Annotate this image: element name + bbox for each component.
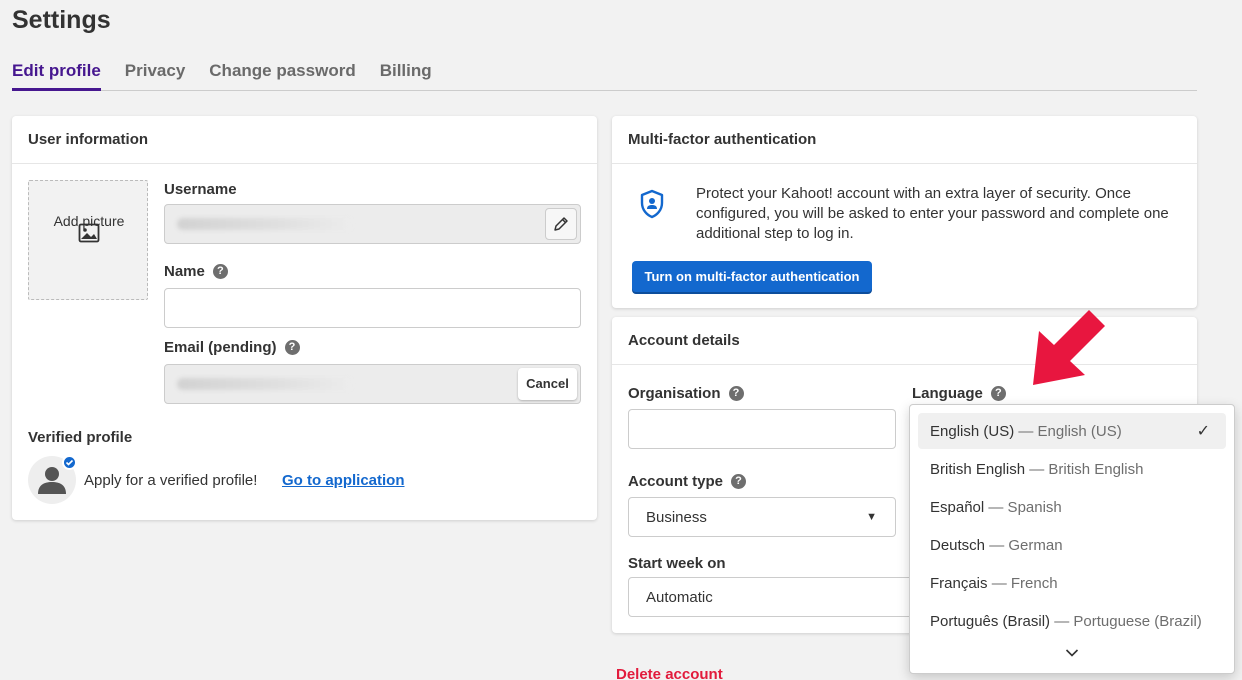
user-info-card: User information Add picture Username Na… (12, 116, 597, 520)
language-dropdown: English (US) — English (US) ✓ British En… (909, 404, 1235, 674)
username-value-blurred (177, 218, 352, 230)
check-icon: ✓ (1196, 423, 1210, 440)
email-value-blurred (177, 378, 352, 390)
account-type-label: Account type ? (628, 473, 747, 490)
language-option[interactable]: Português (Brasil) — Portuguese (Brazil) (918, 603, 1226, 639)
start-week-label: Start week on (628, 555, 726, 572)
language-label: Language ? (912, 385, 1006, 402)
language-option-english: — British English (1029, 461, 1144, 478)
mfa-title: Multi-factor authentication (612, 116, 1197, 164)
account-type-label-text: Account type (628, 473, 724, 490)
tab-bar: Edit profile Privacy Change password Bil… (12, 60, 1197, 91)
pencil-icon (554, 217, 568, 231)
caret-down-icon: ▼ (866, 511, 877, 523)
verified-profile-title: Verified profile (28, 429, 133, 446)
tab-change-password[interactable]: Change password (209, 60, 355, 91)
email-field: Cancel (164, 364, 581, 404)
language-option-english: — English (US) (1018, 423, 1122, 440)
question-mark-icon[interactable]: ? (990, 386, 1006, 401)
verified-text: Apply for a verified profile! (84, 472, 258, 489)
language-option[interactable]: Français — French (918, 565, 1226, 601)
question-mark-icon[interactable]: ? (284, 340, 300, 355)
tab-billing[interactable]: Billing (380, 60, 432, 91)
annotation-arrow-icon (1033, 310, 1105, 385)
username-label: Username (164, 181, 237, 198)
check-badge-icon (62, 455, 77, 470)
start-week-select[interactable]: Automatic (628, 577, 928, 617)
language-option-english: — Portuguese (Brazil) (1054, 613, 1202, 630)
go-to-application-link[interactable]: Go to application (282, 472, 405, 489)
tab-privacy[interactable]: Privacy (125, 60, 186, 91)
email-label-text: Email (pending) (164, 339, 277, 356)
shield-user-icon (640, 189, 664, 219)
mfa-card: Multi-factor authentication Protect your… (612, 116, 1197, 308)
language-option-native: British English (930, 461, 1026, 478)
question-mark-icon[interactable]: ? (731, 474, 747, 489)
name-label-text: Name (164, 263, 205, 280)
language-option[interactable]: Deutsch — German (918, 527, 1226, 563)
language-option-english: — Spanish (988, 499, 1062, 516)
start-week-value: Automatic (646, 589, 713, 606)
language-option-native: Português (Brasil) (930, 613, 1051, 630)
language-option[interactable]: English (US) — English (US) ✓ (918, 413, 1226, 449)
organisation-label: Organisation ? (628, 385, 744, 402)
account-type-select[interactable]: Business ▼ (628, 497, 896, 537)
question-mark-icon[interactable]: ? (728, 386, 744, 401)
delete-account-link[interactable]: Delete account (616, 666, 723, 680)
language-option-english: — French (991, 575, 1058, 592)
mfa-description: Protect your Kahoot! account with an ext… (696, 185, 1169, 242)
user-info-title: User information (12, 116, 597, 164)
language-option-english: — German (989, 537, 1063, 554)
username-field (164, 204, 581, 244)
tab-edit-profile[interactable]: Edit profile (12, 60, 101, 91)
account-type-value: Business (646, 509, 707, 526)
add-picture-label: Add picture (53, 213, 125, 229)
page-title: Settings (12, 6, 111, 34)
organisation-input[interactable] (628, 409, 896, 449)
name-input[interactable] (164, 288, 581, 328)
turn-on-mfa-button[interactable]: Turn on multi-factor authentication (632, 261, 872, 292)
language-option[interactable]: British English — British English (918, 451, 1226, 487)
edit-username-button[interactable] (545, 208, 577, 240)
language-option-native: English (US) (930, 423, 1015, 440)
language-option[interactable]: Español — Spanish (918, 489, 1226, 525)
question-mark-icon[interactable]: ? (212, 264, 228, 279)
add-picture-button[interactable]: Add picture (28, 180, 148, 300)
chevron-down-icon[interactable] (1065, 648, 1079, 658)
language-label-text: Language (912, 385, 983, 402)
language-option-native: Español (930, 499, 985, 516)
email-label: Email (pending) ? (164, 339, 300, 356)
cancel-email-button[interactable]: Cancel (518, 368, 577, 400)
organisation-label-text: Organisation (628, 385, 721, 402)
name-label: Name ? (164, 263, 228, 280)
language-option-native: Français (930, 575, 988, 592)
language-option-native: Deutsch (930, 537, 986, 554)
